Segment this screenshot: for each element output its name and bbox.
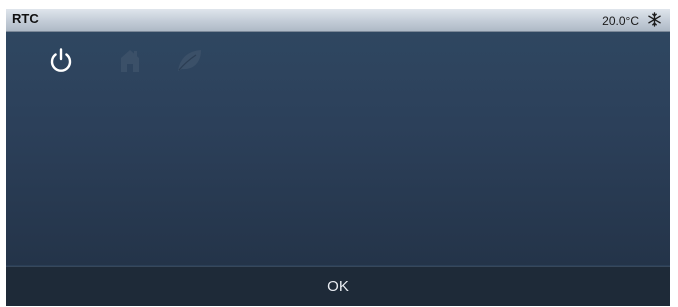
temperature-readout: 20.0°C [602, 14, 639, 28]
title-bar: RTC 20.0°C [6, 9, 670, 32]
leaf-icon [178, 50, 201, 71]
home-icon [121, 50, 139, 72]
home-mode-button[interactable] [115, 45, 145, 75]
power-icon [50, 48, 72, 72]
power-button[interactable] [46, 45, 76, 75]
eco-mode-button[interactable] [174, 45, 204, 75]
ok-button[interactable]: OK [296, 272, 380, 302]
snowflake-icon [647, 12, 662, 27]
dialog-footer: OK [6, 266, 670, 306]
dialog-title: RTC [12, 11, 39, 26]
mode-panel [6, 32, 670, 265]
rtc-dialog: RTC 20.0°C OK [6, 9, 670, 306]
